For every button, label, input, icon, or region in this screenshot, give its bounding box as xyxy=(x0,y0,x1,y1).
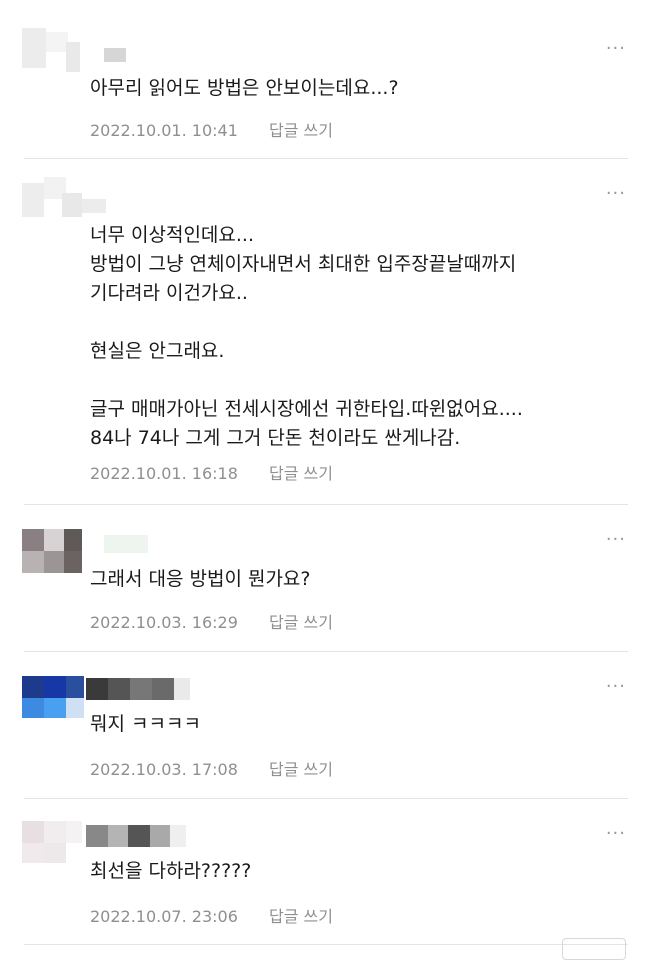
comment-item: ··· 그래서 대응 방법이 뭔가요? 2022.10.03. 16:29 답글… xyxy=(0,505,650,651)
comment-date: 2022.10.07. 23:06 xyxy=(90,907,238,926)
comment-item: ··· 너무 이상적인데요... 방법이 그냥 연체이자내면서 최대한 입주장끝… xyxy=(0,159,650,504)
comment-meta: 2022.10.03. 17:08 답글 쓰기 xyxy=(90,756,333,780)
avatar[interactable] xyxy=(22,28,82,72)
divider xyxy=(24,944,628,945)
more-options-icon[interactable]: ··· xyxy=(606,531,626,549)
comment-text: 너무 이상적인데요... 방법이 그냥 연체이자내면서 최대한 입주장끝날때까지… xyxy=(90,224,523,449)
comment-meta: 2022.10.01. 10:41 답글 쓰기 xyxy=(90,117,333,141)
comment-date: 2022.10.03. 17:08 xyxy=(90,760,238,779)
reply-button[interactable]: 답글 쓰기 xyxy=(269,760,333,779)
more-options-icon[interactable]: ··· xyxy=(606,185,626,203)
comment-date: 2022.10.01. 10:41 xyxy=(90,121,238,140)
avatar[interactable] xyxy=(22,177,82,221)
partial-button[interactable] xyxy=(562,938,626,960)
comment-meta: 2022.10.03. 16:29 답글 쓰기 xyxy=(90,609,333,633)
username-blurred[interactable] xyxy=(104,48,126,62)
comment-item: ··· 최선을 다하라????? 2022.10.07. 23:06 답글 쓰기 xyxy=(0,799,650,945)
comment-text: 그래서 대응 방법이 뭔가요? xyxy=(90,568,311,590)
more-options-icon[interactable]: ··· xyxy=(606,678,626,696)
comment-meta: 2022.10.07. 23:06 답글 쓰기 xyxy=(90,903,333,927)
reply-button[interactable]: 답글 쓰기 xyxy=(269,907,333,926)
username-blurred[interactable] xyxy=(82,199,106,213)
more-options-icon[interactable]: ··· xyxy=(606,40,626,58)
comment-date: 2022.10.01. 16:18 xyxy=(90,464,238,483)
more-options-icon[interactable]: ··· xyxy=(606,825,626,843)
comment-text: 최선을 다하라????? xyxy=(90,860,252,882)
username-blurred[interactable] xyxy=(86,678,190,700)
username-blurred[interactable] xyxy=(86,825,186,847)
comment-text: 뭐지 ㅋㅋㅋㅋ xyxy=(90,713,201,735)
comment-item: ··· 아무리 읽어도 방법은 안보이는데요...? 2022.10.01. 1… xyxy=(0,0,650,158)
reply-button[interactable]: 답글 쓰기 xyxy=(269,121,333,140)
comment-date: 2022.10.03. 16:29 xyxy=(90,613,238,632)
reply-button[interactable]: 답글 쓰기 xyxy=(269,613,333,632)
avatar[interactable] xyxy=(22,821,82,865)
avatar[interactable] xyxy=(22,676,84,720)
username-blurred[interactable] xyxy=(104,535,148,553)
avatar[interactable] xyxy=(22,529,82,573)
comment-text: 아무리 읽어도 방법은 안보이는데요...? xyxy=(90,77,399,99)
comment-meta: 2022.10.01. 16:18 답글 쓰기 xyxy=(90,460,333,484)
comment-item: ··· 뭐지 ㅋㅋㅋㅋ 2022.10.03. 17:08 답글 쓰기 xyxy=(0,652,650,798)
reply-button[interactable]: 답글 쓰기 xyxy=(269,464,333,483)
